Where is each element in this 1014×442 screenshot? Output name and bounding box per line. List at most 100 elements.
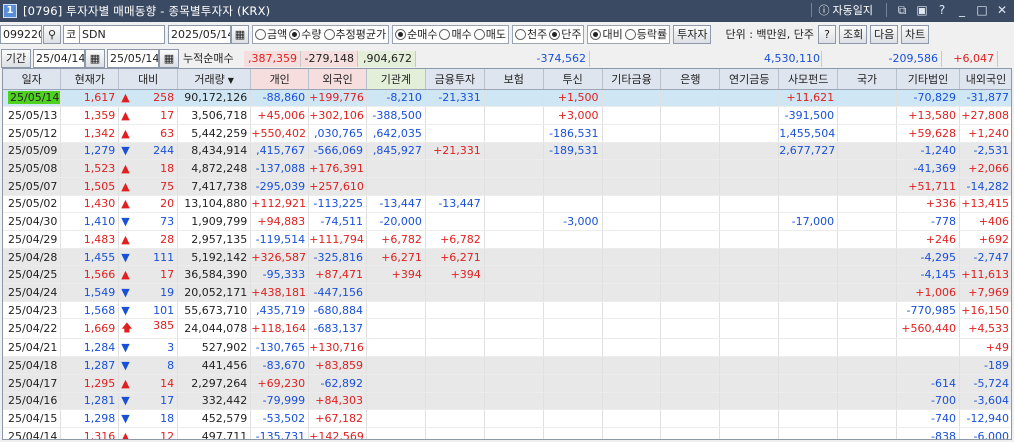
minimize-icon[interactable]: _ [954, 2, 970, 18]
pin-icon[interactable]: ▣ [914, 2, 930, 18]
col-header[interactable]: 투신 [543, 69, 603, 90]
period-from-input[interactable]: 25/04/14 [33, 48, 85, 68]
cell-ins [484, 392, 544, 411]
period-to-input[interactable]: 25/05/14 [107, 48, 159, 68]
date-text: 25/05/13 [8, 109, 58, 123]
col-header[interactable]: 금융투자 [425, 69, 485, 90]
date-text: 25/04/23 [8, 303, 58, 317]
help-button[interactable]: ? [818, 24, 837, 44]
stock-code-input[interactable]: 099220 [0, 24, 42, 44]
cell-dom: -189 [959, 356, 1011, 375]
cell-ind: ,415,767 [250, 142, 310, 161]
col-header[interactable]: 사모펀드 [778, 69, 839, 90]
sort-down-icon[interactable]: ▼ [228, 76, 234, 85]
radio-change-rate[interactable]: 등락률 [624, 26, 668, 42]
table-row[interactable]: 25/04/16 1,281 ▼ 17 332,442 -79,999 +84,303 -70… [3, 392, 1011, 411]
auto-journal-toggle[interactable]: ⓘ 자동일지 [819, 2, 873, 18]
cell-fin: +6,782 [425, 230, 485, 249]
table-row[interactable]: 25/04/17 1,295 ▲ 14 2,297,264 +69,230 -62,892 -… [3, 374, 1011, 393]
cell-ocorp: -838 [896, 427, 960, 439]
radio-amount[interactable]: 금액 [255, 26, 287, 42]
date-text: 25/04/29 [8, 232, 58, 246]
investor-button[interactable]: 투자자 [673, 24, 712, 44]
col-header[interactable]: 일자 [3, 69, 62, 90]
table-row[interactable]: 25/05/07 1,505 ▲ 75 7,417,738 -295,039 +257,61… [3, 177, 1011, 196]
chart-button[interactable]: 차트 [901, 24, 930, 44]
radio-single-shares[interactable]: 단주 [549, 26, 581, 42]
col-header[interactable]: 현재가 [60, 69, 120, 90]
table-row[interactable]: 25/04/14 1,316 ▲ 12 497,711 -135,731 +142,569 -… [3, 427, 1011, 439]
cell-ins [484, 338, 544, 358]
radio-compare[interactable]: 대비 [590, 26, 623, 42]
table-row[interactable]: 25/04/25 1,566 ▲ 17 36,584,390 -95,333 +87,471… [3, 265, 1011, 285]
table-row[interactable]: 25/05/14 1,617 ▲ 258 90,172,126 -88,860 +199,7… [3, 89, 1011, 108]
search-icon[interactable]: ⚲ [43, 24, 61, 44]
table-row[interactable]: 25/04/18 1,287 ▼ 8 441,456 -83,670 +83,859 -189 [3, 356, 1011, 375]
cell-diff: ▲ 14 [118, 374, 179, 393]
cell-frn: +199,776 [308, 89, 367, 108]
radio-thousand-shares[interactable]: 천주 [514, 26, 547, 42]
cell-gov [837, 124, 898, 143]
cell-ind: +438,181 [250, 283, 310, 302]
cell-dom: +13,415 [959, 195, 1011, 214]
cell-gov [837, 248, 898, 267]
table-row[interactable]: 25/04/24 1,549 ▼ 19 20,052,171 +438,181 -447,1… [3, 283, 1011, 302]
table-row[interactable]: 25/04/15 1,298 ▼ 18 452,579 -53,502 +67,182 -74… [3, 409, 1011, 428]
col-header[interactable]: 기타금융 [602, 69, 662, 90]
triangle-down-icon: ▼ [121, 215, 130, 229]
link-icon[interactable]: ⧉ [894, 2, 910, 18]
cell-ins [484, 177, 544, 196]
col-header[interactable]: 은행 [660, 69, 721, 90]
cell-diff: ▼ 73 [118, 212, 179, 231]
cell-volume: 441,456 [177, 356, 252, 375]
calendar-icon[interactable]: ▦ [231, 24, 249, 44]
cell-trust: -3,000 [543, 212, 603, 231]
table-row[interactable]: 25/04/21 1,284 ▼ 3 527,902 -130,765 +130,716 +4… [3, 338, 1011, 358]
maximize-icon[interactable]: □ [974, 2, 990, 18]
table-row[interactable]: 25/04/30 1,410 ▼ 73 1,909,799 +94,883 -74,511-… [3, 212, 1011, 231]
col-header[interactable]: 외국인 [308, 69, 367, 90]
table-row[interactable]: 25/05/09 1,279 ▼ 244 8,434,914,415,767 -566,0… [3, 142, 1011, 161]
col-header[interactable]: 대비 [118, 69, 179, 90]
date-text: 25/05/14 [8, 91, 60, 105]
investor-trading-table[interactable]: 일자 현재가 대비 거래량 ▼ 개인 외국인 기관계 금융투자 보험 투신 기타금… [2, 68, 1012, 440]
radio-sell[interactable]: 매도 [473, 26, 506, 42]
col-header[interactable]: 보험 [484, 69, 544, 90]
table-row[interactable]: 25/05/02 1,430 ▲ 20 13,104,880 +112,921 -113,2… [3, 195, 1011, 214]
col-header[interactable]: 내외국인 [959, 69, 1011, 90]
diff-value: 75 [160, 179, 175, 193]
close-icon[interactable]: ✕ [994, 2, 1010, 18]
calendar-icon[interactable]: ▦ [85, 48, 105, 68]
radio-net-buy[interactable]: 순매수 [395, 26, 437, 42]
radio-avg-price[interactable]: 추정평균가 [323, 26, 386, 42]
date-input[interactable]: 2025/05/14 [168, 24, 231, 44]
table-row[interactable]: 25/04/28 1,455 ▼ 111 5,192,142 +326,587 -325,8… [3, 248, 1011, 267]
cell-fin [425, 124, 485, 143]
col-header[interactable]: 연기금등 [719, 69, 780, 90]
diff-value: 63 [160, 126, 175, 140]
col-header[interactable]: 개인 [250, 69, 310, 90]
radio-buy[interactable]: 매수 [439, 26, 472, 42]
table-row[interactable]: 25/04/29 1,483 ▲ 28 2,957,135 -119,514 +111,79… [3, 230, 1011, 249]
query-button[interactable]: 조회 [839, 24, 868, 44]
cell-bank [660, 427, 721, 439]
radio-quantity[interactable]: 수량 [289, 26, 322, 42]
next-button[interactable]: 다음 [870, 24, 899, 44]
col-header[interactable]: 기관계 [366, 69, 426, 90]
cell-ofin [602, 248, 662, 267]
col-header[interactable]: 국가 [837, 69, 898, 90]
date-text: 25/04/21 [8, 341, 58, 355]
table-row[interactable]: 25/05/08 1,523 ▲ 18 4,872,248 -137,088 +176,39… [3, 159, 1011, 178]
table-row[interactable]: 25/05/12 1,342 ▲ 63 5,442,259 +550,402,030,76… [3, 124, 1011, 143]
table-row[interactable]: 25/04/23 1,568 ▼ 101 55,673,710,435,719 -680,… [3, 301, 1011, 320]
col-header-volume[interactable]: 거래량 ▼ [177, 69, 252, 90]
table-row[interactable]: 25/05/13 1,359 ▲ 17 3,506,718 +45,006 +302,106… [3, 106, 1011, 125]
cell-bank [660, 159, 721, 178]
help-icon[interactable]: ? [934, 2, 950, 18]
cell-gov [837, 212, 898, 231]
col-header-label: 거래량 [194, 72, 225, 86]
table-row[interactable]: 25/04/22 1,669 🡅 385 24,044,078 +118,164 -683,… [3, 318, 1011, 340]
col-header[interactable]: 기타법인 [896, 69, 960, 90]
radio-label: 등락률 [636, 28, 668, 41]
calendar-icon[interactable]: ▦ [159, 48, 179, 68]
